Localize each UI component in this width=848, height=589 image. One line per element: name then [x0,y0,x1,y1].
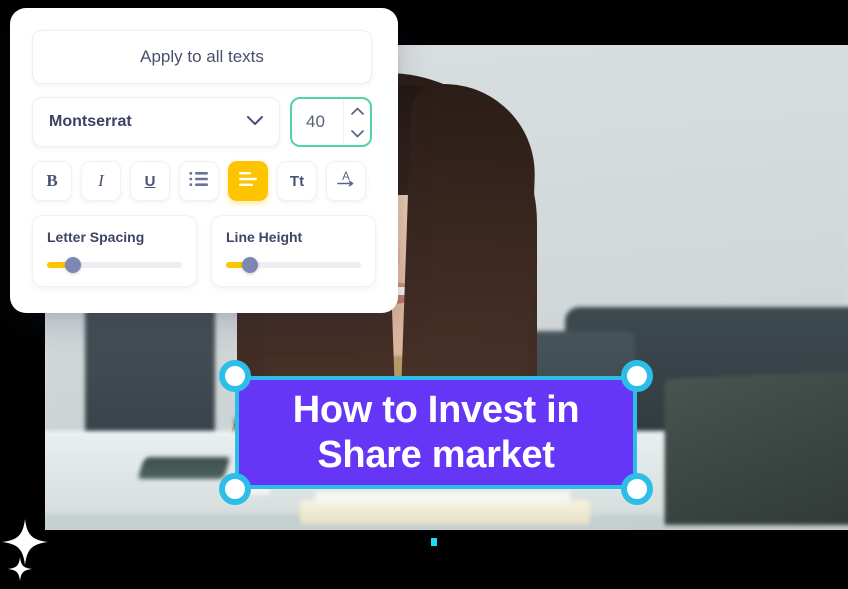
italic-button[interactable]: I [81,161,121,201]
line-height-card: Line Height [211,215,376,287]
letter-spacing-thumb[interactable] [64,257,81,273]
canvas-text-element[interactable]: How to Invest in Share market [235,376,637,489]
underline-icon: U [144,172,156,190]
font-row: Montserrat 40 [32,97,376,147]
chevron-down-icon[interactable] [350,125,364,143]
numbered-list-button[interactable] [179,161,219,201]
numbered-list-icon [189,171,209,192]
font-size-value: 40 [292,99,344,145]
font-size-input[interactable]: 40 [290,97,372,147]
line-height-slider[interactable] [226,257,361,273]
apply-to-all-texts-label: Apply to all texts [140,47,264,66]
letter-spacing-slider[interactable] [47,257,182,273]
resize-handle-bottom-right[interactable] [621,473,653,505]
sparkle-small-icon [8,557,32,581]
text-direction-button[interactable]: A [326,161,366,201]
text-settings-panel[interactable]: Apply to all texts Montserrat 40 B I U T… [10,8,398,313]
font-size-stepper[interactable] [344,99,370,145]
resize-handle-top-left[interactable] [219,360,251,392]
chevron-up-icon[interactable] [350,102,364,120]
bold-icon: B [46,171,58,190]
canvas-text-content: How to Invest in Share market [292,389,580,476]
align-left-icon [238,171,258,192]
text-format-toolbar: B I U Tt A [32,161,376,201]
italic-icon: I [98,171,104,190]
line-height-label: Line Height [226,229,303,245]
app-stage: How to Invest in Share market Apply to a… [0,0,848,589]
line-height-thumb[interactable] [242,257,259,273]
photo-phone [137,457,231,479]
canvas-guide-marker [431,538,437,546]
spacing-sliders: Letter Spacing Line Height [32,215,376,287]
chevron-down-icon [247,113,263,131]
bold-button[interactable]: B [32,161,72,201]
underline-button[interactable]: U [130,161,170,201]
text-case-button[interactable]: Tt [277,161,317,201]
text-direction-icon: A [336,169,356,193]
font-family-select[interactable]: Montserrat [32,97,280,147]
photo-laptop-screen [664,370,848,530]
letter-spacing-card: Letter Spacing [32,215,197,287]
font-family-value: Montserrat [49,113,132,130]
photo-papers-top [315,491,570,504]
resize-handle-bottom-left[interactable] [219,473,251,505]
letter-spacing-label: Letter Spacing [47,229,145,245]
photo-laptop-base [630,525,848,530]
apply-to-all-texts-button[interactable]: Apply to all texts [32,30,372,84]
align-left-button[interactable] [228,161,268,201]
text-case-icon: Tt [289,172,305,190]
resize-handle-top-right[interactable] [621,360,653,392]
